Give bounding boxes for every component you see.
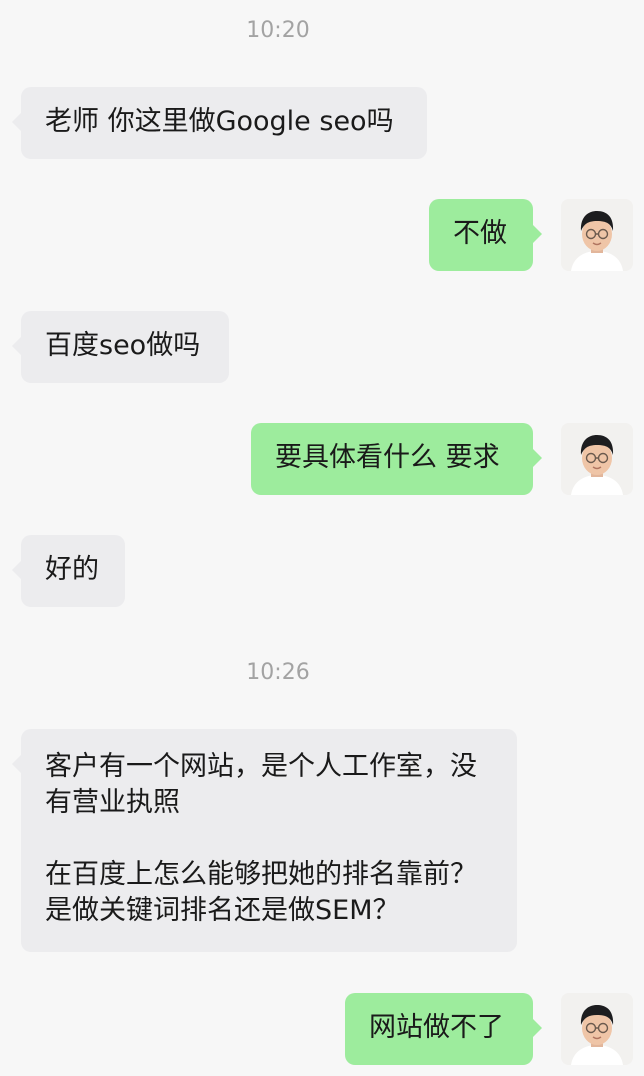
outgoing-message-bubble[interactable]: 要具体看什么 要求	[251, 423, 542, 495]
incoming-message-bubble[interactable]: 百度seo做吗	[12, 311, 229, 383]
timestamp: 10:20	[246, 18, 310, 43]
outgoing-message-bubble[interactable]: 不做	[429, 199, 542, 271]
timestamp: 10:26	[246, 660, 310, 685]
user-avatar-icon[interactable]	[561, 993, 633, 1065]
incoming-message-bubble[interactable]: 客户有一个网站，是个人工作室，没有营业执照 在百度上怎么能够把她的排名靠前？是做…	[12, 729, 517, 952]
user-avatar-icon[interactable]	[561, 199, 633, 271]
incoming-message-bubble[interactable]: 老师 你这里做Google seo吗	[12, 87, 427, 159]
outgoing-message-bubble[interactable]: 网站做不了	[345, 993, 542, 1065]
incoming-message-bubble[interactable]: 好的	[12, 535, 125, 607]
user-avatar-icon[interactable]	[561, 423, 633, 495]
